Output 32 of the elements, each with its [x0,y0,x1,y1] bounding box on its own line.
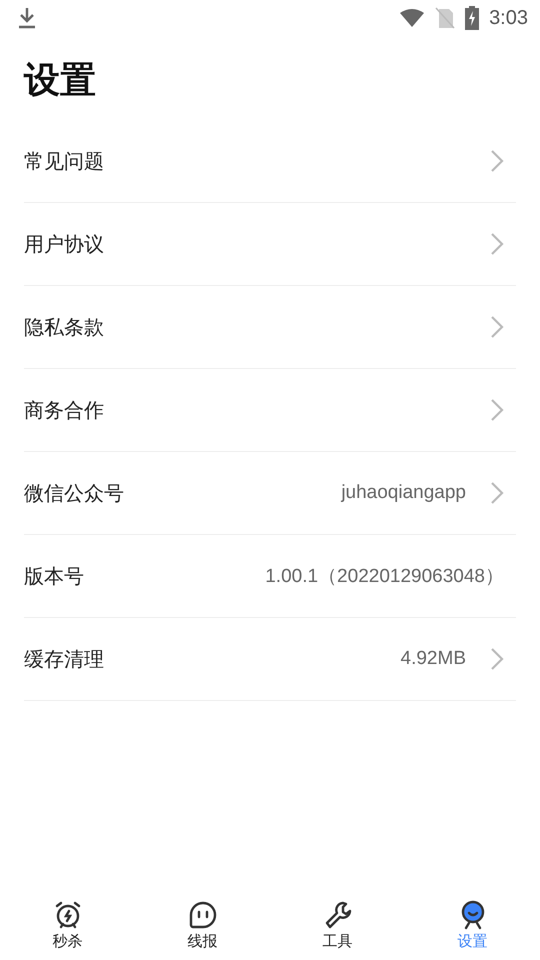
item-label: 商务合作 [24,398,105,424]
item-label: 版本号 [24,564,85,590]
settings-item[interactable]: 微信公众号 juhaoqiangapp [24,452,516,535]
item-label: 缓存清理 [24,648,105,672]
item-value: juhaoqiangapp [341,482,466,504]
settings-item[interactable]: 商务合作 [24,369,516,452]
nav-tab[interactable]: 设置 [405,880,540,960]
tab-label: 线报 [188,932,218,951]
tab-label: 秒杀 [52,932,82,951]
settings-item[interactable]: 版本号 1.00.1（20220129063048） [24,535,516,618]
item-value: 1.00.1（20220129063048） [265,565,504,589]
item-value: 4.92MB [400,648,466,670]
item-label: 用户协议 [24,232,105,258]
nav-tab[interactable]: 秒杀 [0,880,135,960]
download-icon [18,7,36,29]
tab-label: 工具 [322,932,352,951]
wifi-icon [399,8,426,28]
nav-tab[interactable]: 线报 [135,880,270,960]
item-label: 隐私条款 [24,316,105,340]
page-title: 设置 [24,58,97,102]
nav-tab[interactable]: 工具 [270,880,405,960]
settings-item[interactable]: 缓存清理 4.92MB [24,618,516,701]
item-label: 微信公众号 [24,482,125,506]
settings-item[interactable]: 用户协议 [24,203,516,286]
battery-charging-icon [465,6,480,30]
tab-label: 设置 [458,932,488,951]
chat-bubble-icon [188,900,218,930]
settings-item[interactable]: 常见问题 [24,120,516,203]
settings-item[interactable]: 隐私条款 [24,286,516,369]
status-time: 3:03 [489,6,528,30]
no-sim-icon [435,7,456,29]
item-label: 常见问题 [24,150,105,174]
